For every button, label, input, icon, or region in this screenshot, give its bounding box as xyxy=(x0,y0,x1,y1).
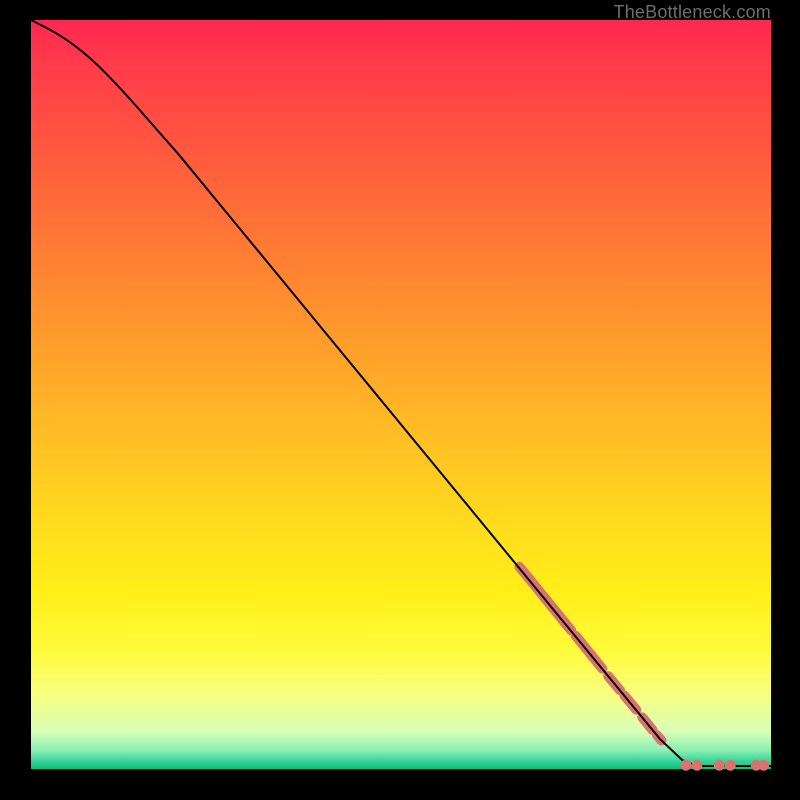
highlight-dot xyxy=(714,760,725,771)
curve-path xyxy=(31,20,771,766)
highlight-dot xyxy=(725,760,736,771)
chart-overlay xyxy=(31,20,771,769)
chart-stage: TheBottleneck.com xyxy=(0,0,800,800)
highlight-dot xyxy=(758,760,769,771)
plot-area: TheBottleneck.com xyxy=(31,20,771,769)
highlight-dot xyxy=(680,760,691,771)
highlight-dot xyxy=(692,760,703,771)
